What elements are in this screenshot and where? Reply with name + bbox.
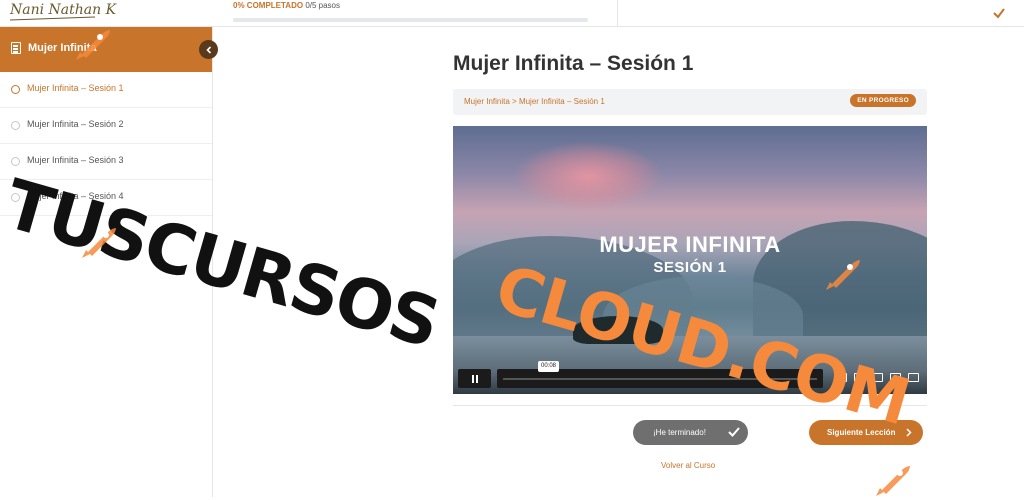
pause-icon [475, 374, 478, 383]
rocket-icon [76, 30, 110, 60]
mark-complete-label: ¡He terminado! [653, 428, 706, 437]
breadcrumb-separator: > [512, 97, 517, 106]
player-icons [836, 373, 919, 382]
content-divider [453, 405, 927, 406]
mark-complete-button[interactable]: ¡He terminado! [633, 420, 748, 445]
chevron-left-icon [205, 45, 211, 54]
breadcrumb-course-link[interactable]: Mujer Infinita [464, 97, 510, 106]
top-bar: Nani Nathan K 0% COMPLETADO 0/5 pasos [0, 0, 1024, 27]
back-to-course-link[interactable]: Volver al Curso [661, 461, 715, 470]
sidebar-item-session-4[interactable]: Mujer Infinita – Sesión 4 [0, 180, 212, 216]
video-controls: 00:08 [453, 361, 927, 390]
next-lesson-button[interactable]: Siguiente Lección [809, 420, 923, 445]
page-title: Mujer Infinita – Sesión 1 [453, 52, 694, 75]
time-tooltip: 00:08 [538, 361, 560, 372]
sidebar-item-session-2[interactable]: Mujer Infinita – Sesión 2 [0, 108, 212, 144]
progress-bar [233, 18, 588, 22]
settings-icon[interactable] [854, 373, 865, 382]
lesson-status-icon [11, 121, 20, 130]
progress-label: 0% COMPLETADO 0/5 pasos [233, 1, 340, 10]
progress-percent: 0% COMPLETADO [233, 1, 304, 10]
sidebar-item-label: Mujer Infinita – Sesión 2 [27, 119, 124, 129]
document-icon [11, 42, 21, 54]
seek-track[interactable] [503, 378, 817, 380]
check-icon [728, 427, 740, 437]
pip-icon[interactable] [890, 373, 901, 382]
rocket-icon [82, 228, 116, 258]
lesson-content: Mujer Infinita – Sesión 1 Mujer Infinita… [213, 27, 1024, 497]
sidebar-item-label: Mujer Infinita – Sesión 1 [27, 83, 124, 93]
pause-button[interactable] [458, 369, 491, 388]
breadcrumb: Mujer Infinita > Mujer Infinita – Sesión… [453, 89, 927, 115]
brand-logo[interactable]: Nani Nathan K [10, 2, 116, 18]
lesson-status-icon [11, 85, 20, 94]
sidebar-item-session-3[interactable]: Mujer Infinita – Sesión 3 [0, 144, 212, 180]
sidebar-item-session-1[interactable]: Mujer Infinita – Sesión 1 [0, 72, 212, 108]
chevron-right-icon [906, 428, 912, 437]
captions-icon[interactable] [836, 373, 847, 382]
sidebar-item-label: Mujer Infinita – Sesión 3 [27, 155, 124, 165]
lesson-status-icon [11, 193, 20, 202]
video-thumbnail-island [573, 316, 663, 344]
pause-icon [471, 374, 474, 383]
fullscreen-icon[interactable] [908, 373, 919, 382]
video-thumbnail-cloud [513, 141, 663, 211]
status-badge: EN PROGRESO [850, 94, 916, 107]
rocket-icon [826, 260, 860, 290]
volume-icon[interactable] [872, 373, 883, 382]
progress-steps: 0/5 pasos [305, 1, 341, 10]
next-lesson-label: Siguiente Lección [827, 428, 896, 437]
lesson-sidebar: Mujer Infinita Mujer Infinita – Sesión 1… [0, 27, 218, 497]
seek-bar[interactable]: 00:08 [497, 361, 823, 388]
top-divider [617, 0, 618, 27]
rocket-icon [876, 466, 910, 496]
breadcrumb-lesson-link[interactable]: Mujer Infinita – Sesión 1 [519, 97, 605, 106]
check-icon[interactable] [990, 4, 1008, 22]
sidebar-item-label: Mujer Infinita – Sesión 4 [27, 191, 124, 201]
lesson-status-icon [11, 157, 20, 166]
